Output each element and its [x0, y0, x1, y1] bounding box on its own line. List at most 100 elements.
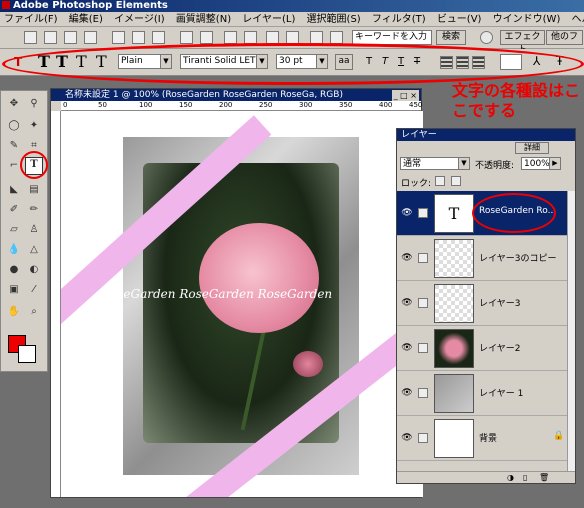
vertical-ruler — [51, 111, 61, 497]
blend-mode-value: 通常 — [403, 159, 422, 169]
opacity-label: 不透明度: — [475, 161, 515, 171]
lock-transparency-icon[interactable] — [435, 176, 445, 186]
document-title-bar[interactable]: 名称未設定 1 @ 100% (RoseGarden RoseGarden Ro… — [51, 89, 421, 101]
eye-icon[interactable]: 👁 — [401, 253, 413, 263]
import-icon[interactable] — [64, 31, 77, 44]
blend-mode-chevron-icon[interactable]: ▼ — [458, 158, 469, 169]
menu-enhance[interactable]: 画質調整(N) — [172, 12, 235, 26]
layers-palette: レイヤー 詳細 通常 ▼ 不透明度: 100% ▶ ロック: 👁 T RoseGar… — [396, 128, 576, 484]
camera-icon[interactable] — [200, 31, 213, 44]
effects-palette-tab[interactable]: エフェクト — [500, 30, 545, 55]
link-box-icon[interactable] — [418, 253, 428, 263]
new-file-icon[interactable] — [24, 31, 37, 44]
layer-thumb — [434, 419, 474, 458]
type-tool-highlight — [20, 151, 48, 179]
document-title: 名称未設定 1 @ 100% (RoseGarden RoseGarden Ro… — [65, 90, 343, 100]
brush-link-icon[interactable] — [418, 208, 428, 218]
sharpen-tool-icon[interactable]: △ — [27, 243, 41, 257]
eraser-tool-icon[interactable]: ▱ — [7, 223, 21, 237]
eyedropper-icon[interactable]: ⁄ — [27, 283, 41, 297]
menu-help[interactable]: ヘルプ(H) — [568, 12, 584, 26]
rose-bloom — [199, 223, 319, 333]
ruler-tick: 0 — [63, 101, 68, 109]
layer-row-background[interactable]: 👁 背景 🔒 — [397, 416, 567, 461]
step-forward-icon[interactable] — [330, 31, 343, 44]
delete-layer-icon[interactable]: 🗑 — [539, 473, 549, 482]
blur-tool-icon[interactable]: 💧 — [7, 243, 21, 257]
eye-icon[interactable]: 👁 — [401, 298, 413, 308]
layer-row-1[interactable]: 👁 レイヤー 1 — [397, 371, 567, 416]
brush-tool-icon[interactable]: ✐ — [7, 203, 21, 217]
eye-icon[interactable]: 👁 — [401, 343, 413, 353]
menu-view[interactable]: ビュー(V) — [433, 12, 486, 26]
marquee-tool-icon[interactable]: ◯ — [7, 119, 21, 133]
toolbox: ✥ ⚲ ◯ ✦ ✎ ⌗ ⌐ T ◣ ▤ ✐ ✏ ▱ ♙ 💧 △ ● ◐ ▣ ⁄ … — [0, 90, 48, 372]
layer-row-3-copy[interactable]: 👁 レイヤー3のコピー — [397, 236, 567, 281]
menu-layer[interactable]: レイヤー(L) — [238, 12, 299, 26]
open-folder-icon[interactable] — [44, 31, 57, 44]
eye-icon[interactable]: 👁 — [401, 433, 413, 443]
options-highlight-ellipse — [2, 43, 584, 85]
opacity-chevron-icon[interactable]: ▶ — [549, 158, 560, 169]
move-tool-icon[interactable]: ✥ — [7, 97, 21, 111]
link-box-icon[interactable] — [418, 433, 428, 443]
print-icon[interactable] — [152, 31, 165, 44]
save-web-icon[interactable] — [132, 31, 145, 44]
window-controls[interactable]: _ □ × — [391, 90, 419, 101]
zoom-magnifier-icon[interactable]: ⌕ — [27, 305, 41, 319]
menu-file[interactable]: ファイル(F) — [0, 12, 62, 26]
opacity-input[interactable]: 100% ▶ — [521, 157, 561, 170]
layer-thumb — [434, 284, 474, 323]
red-eye-icon[interactable] — [244, 31, 257, 44]
help-icon[interactable] — [480, 31, 493, 44]
link-box-icon[interactable] — [418, 298, 428, 308]
ruler-tick: 400 — [379, 101, 393, 109]
eye-icon[interactable]: 👁 — [401, 388, 413, 398]
layer-thumb — [434, 239, 474, 278]
layer-row-2[interactable]: 👁 レイヤー2 — [397, 326, 567, 371]
scan-icon[interactable] — [84, 31, 97, 44]
document-window[interactable]: 名称未設定 1 @ 100% (RoseGarden RoseGarden Ro… — [50, 88, 423, 498]
crop-tool-icon[interactable]: ⌐ — [7, 159, 21, 173]
layer-name: レイヤー 1 — [479, 389, 524, 399]
sponge-tool-icon[interactable]: ● — [7, 263, 21, 277]
gradient-tool-icon[interactable]: ▤ — [27, 183, 41, 197]
menu-filter[interactable]: フィルタ(T) — [368, 12, 430, 26]
quick-fix-icon[interactable] — [224, 31, 237, 44]
layers-more-button[interactable]: 詳細 — [515, 142, 549, 154]
rose-bud — [293, 351, 323, 377]
menu-select[interactable]: 選択範囲(S) — [303, 12, 365, 26]
hand-tool-icon[interactable]: ✋ — [7, 305, 21, 319]
dodge-tool-icon[interactable]: ◐ — [27, 263, 41, 277]
paint-bucket-icon[interactable]: ◣ — [7, 183, 21, 197]
menu-edit[interactable]: 編集(E) — [65, 12, 107, 26]
magic-wand-icon[interactable]: ✎ — [7, 139, 21, 153]
menu-image[interactable]: イメージ(I) — [110, 12, 169, 26]
new-adjustment-icon[interactable]: ◑ — [507, 473, 514, 482]
image-canvas[interactable]: RoseGarden RoseGarden RoseGarden — [61, 111, 423, 497]
app-logo-icon — [2, 1, 10, 9]
lasso-tool-icon[interactable]: ✦ — [27, 119, 41, 133]
background-color-swatch[interactable] — [18, 345, 36, 363]
email-icon[interactable] — [180, 31, 193, 44]
search-button[interactable]: 検索 — [436, 30, 466, 45]
background-lock-icon: 🔒 — [553, 431, 565, 441]
link-box-icon[interactable] — [418, 388, 428, 398]
layer-row-3[interactable]: 👁 レイヤー3 — [397, 281, 567, 326]
new-layer-icon[interactable]: ▯ — [523, 473, 527, 482]
layers-palette-title: レイヤー — [397, 129, 575, 141]
menu-window[interactable]: ウインドウ(W) — [489, 12, 565, 26]
eye-icon[interactable]: 👁 — [401, 208, 413, 218]
lock-all-icon[interactable] — [451, 176, 461, 186]
shape-tool-icon[interactable]: ▣ — [7, 283, 21, 297]
layers-scrollbar[interactable] — [567, 191, 575, 471]
ruler-tick: 150 — [179, 101, 193, 109]
blend-mode-select[interactable]: 通常 ▼ — [400, 157, 470, 170]
save-icon[interactable] — [112, 31, 125, 44]
pencil-tool-icon[interactable]: ✏ — [27, 203, 41, 217]
zoom-tool-icon[interactable]: ⚲ — [27, 97, 41, 111]
link-box-icon[interactable] — [418, 343, 428, 353]
clone-stamp-icon[interactable]: ♙ — [27, 223, 41, 237]
layer-style-tab[interactable]: 他のフ — [546, 30, 583, 45]
layer-row-text[interactable]: 👁 T RoseGarden Ro... — [397, 191, 567, 236]
